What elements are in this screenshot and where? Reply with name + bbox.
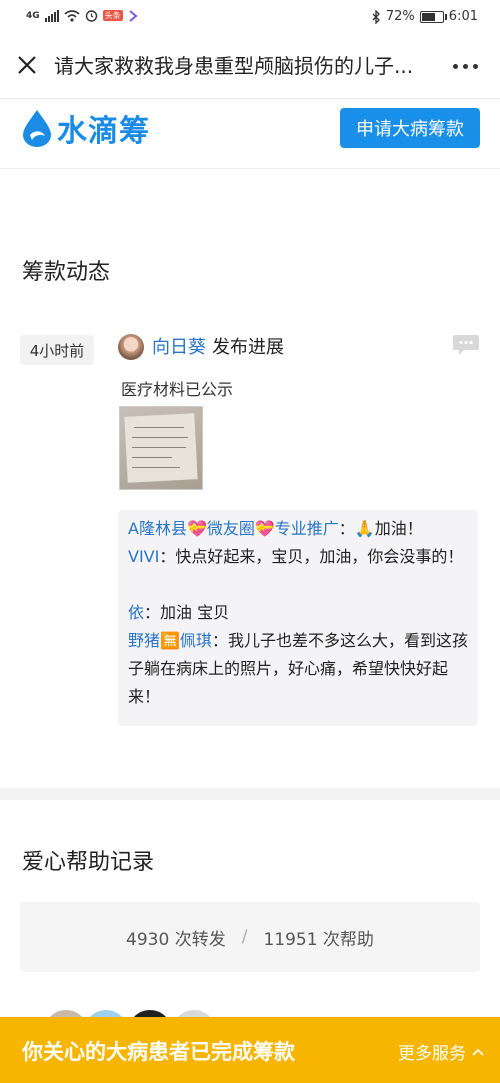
comment-list: A隆林县💝微友圈💝专业推广：🙏加油！ VIVI：快点好起来，宝贝，加油，你会没事… [118, 510, 478, 726]
comment-text: ：加油 宝贝 [144, 603, 230, 622]
help-records-heading: 爱心帮助记录 [22, 850, 155, 875]
app-arrow-icon [129, 9, 138, 22]
comment-item[interactable]: A隆林县💝微友圈💝专业推广：🙏加油！ [128, 515, 473, 543]
water-drop-logo-icon [23, 110, 51, 147]
section-divider [0, 788, 500, 800]
title-bar: 请大家救救我身患重型颅脑损伤的儿子... [0, 34, 500, 99]
apply-fundraising-button[interactable]: 申请大病筹款 [340, 108, 480, 148]
alarm-icon [85, 10, 97, 22]
battery-icon [419, 10, 447, 23]
app-notification-icon: 头条 [102, 10, 123, 21]
updates-heading: 筹款动态 [22, 260, 111, 285]
brand-name: 水滴筹 [57, 114, 150, 149]
status-bar: 4G 头条 72% 6:01 [0, 0, 500, 34]
time-ago-badge: 4小时前 [20, 335, 94, 365]
comment-item[interactable]: VIVI：快点好起来，宝贝，加油，你会没事的！ [128, 543, 473, 571]
update-text: 医疗材料已公示 [121, 380, 234, 399]
help-count: 11951 次帮助 [263, 929, 374, 950]
comment-nick: VIVI [128, 547, 160, 566]
more-options-icon[interactable] [453, 64, 478, 69]
comment-item[interactable]: 依：加油 宝贝 [128, 599, 473, 627]
comment-text: ：🙏加油！ [338, 519, 423, 538]
stats-separator: / [241, 927, 248, 947]
chevron-up-icon [472, 1048, 484, 1056]
share-count: 4930 次转发 [126, 929, 226, 950]
clock: 6:01 [448, 9, 478, 24]
comment-icon[interactable] [452, 334, 480, 356]
battery-percent: 72% [385, 9, 415, 24]
comment-nick: 野猪🈚佩琪 [128, 631, 212, 650]
network-label: 4G [26, 10, 40, 21]
comment-nick: A隆林县💝微友圈💝专业推广 [128, 519, 339, 538]
comment-text: ：快点好起来，宝贝，加油，你会没事的！ [159, 547, 464, 566]
more-services-label: 更多服务 [398, 1044, 466, 1064]
comment-nick: 依 [128, 603, 145, 622]
close-icon[interactable] [14, 52, 40, 78]
bluetooth-icon [372, 9, 380, 24]
medical-document-image[interactable] [119, 406, 203, 490]
update-header: 向日葵 发布进展 [152, 333, 284, 359]
more-services-link[interactable]: 更多服务 [398, 1039, 484, 1064]
banner-message: 你关心的大病患者已完成筹款 [22, 1040, 295, 1064]
help-stats: 4930 次转发 / 11951 次帮助 [20, 902, 480, 972]
poster-name[interactable]: 向日葵 [152, 337, 206, 358]
page-title: 请大家救救我身患重型颅脑损伤的儿子... [54, 54, 414, 78]
brand-bar: 水滴筹 申请大病筹款 [0, 98, 500, 169]
signal-icon [44, 9, 59, 22]
update-action: 发布进展 [212, 337, 284, 358]
comment-item[interactable]: 野猪🈚佩琪：我儿子也差不多这么大，看到这孩子躺在病床上的照片，好心痛，希望快快好… [128, 627, 473, 711]
avatar[interactable] [118, 334, 144, 360]
wifi-icon [64, 9, 80, 22]
completed-fundraising-banner[interactable]: 你关心的大病患者已完成筹款 更多服务 [0, 1017, 500, 1083]
